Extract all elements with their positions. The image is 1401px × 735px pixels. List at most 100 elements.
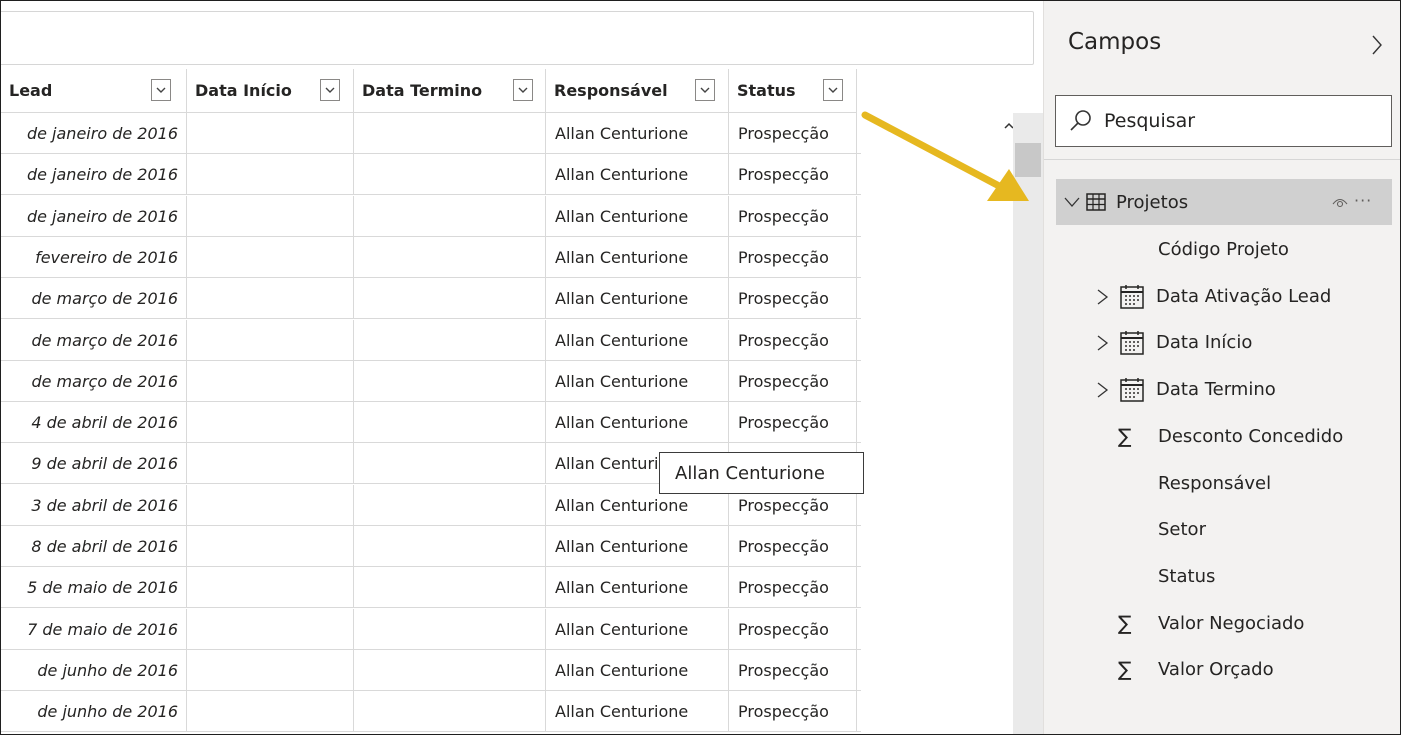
field-item[interactable]: Código Projeto — [1044, 227, 1400, 273]
cell-responsavel[interactable]: Allan Centurione — [546, 319, 729, 361]
cell-status[interactable]: Prospecção — [729, 526, 857, 567]
field-item[interactable]: Setor — [1044, 507, 1400, 553]
field-search-box[interactable] — [1055, 95, 1392, 147]
formula-bar[interactable] — [1, 11, 1034, 65]
column-filter-button[interactable] — [823, 79, 843, 101]
cell-responsavel[interactable]: Allan Centurione — [546, 236, 729, 278]
cell-responsavel[interactable]: Allan Centurione — [546, 402, 729, 444]
cell-data-termino[interactable] — [354, 443, 546, 485]
column-filter-button[interactable] — [513, 79, 533, 101]
cell-lead[interactable]: fevereiro de 2016 — [1, 236, 187, 278]
cell-lead[interactable]: de março de 2016 — [1, 319, 187, 361]
cell-lead[interactable]: de janeiro de 2016 — [1, 154, 187, 196]
cell-responsavel[interactable]: Allan Centurione — [546, 526, 729, 567]
cell-lead[interactable]: de junho de 2016 — [1, 649, 187, 691]
more-options-icon[interactable]: ··· — [1354, 191, 1372, 210]
cell-data-termino[interactable] — [354, 567, 546, 609]
cell-lead[interactable]: de janeiro de 2016 — [1, 195, 187, 237]
cell-data-termino[interactable] — [354, 154, 546, 196]
cell-data-inicio[interactable] — [187, 113, 354, 154]
cell-data-termino[interactable] — [354, 484, 546, 526]
cell-data-inicio[interactable] — [187, 567, 354, 609]
cell-data-inicio[interactable] — [187, 691, 354, 733]
cell-status[interactable]: Prospecção — [729, 567, 857, 609]
cell-lead[interactable]: 7 de maio de 2016 — [1, 608, 187, 650]
table-row[interactable]: de junho de 2016 Allan Centurione Prospecç… — [1, 691, 861, 733]
cell-status[interactable]: Prospecção — [729, 195, 857, 237]
table-row[interactable]: de março de 2016 Allan Centurione Prospecç… — [1, 360, 861, 402]
table-row[interactable]: fevereiro de 2016 Allan Centurione Prospec… — [1, 236, 861, 278]
column-filter-button[interactable] — [695, 79, 715, 101]
cell-lead[interactable]: de junho de 2016 — [1, 691, 187, 733]
cell-data-inicio[interactable] — [187, 319, 354, 361]
cell-data-termino[interactable] — [354, 402, 546, 444]
chevron-right-icon[interactable] — [1096, 288, 1110, 306]
cell-lead[interactable]: 5 de maio de 2016 — [1, 567, 187, 609]
column-filter-button[interactable] — [151, 79, 171, 101]
cell-data-termino[interactable] — [354, 113, 546, 154]
column-header-data-termino[interactable]: Data Termino — [354, 69, 546, 113]
cell-status[interactable]: Prospecção — [729, 236, 857, 278]
cell-status[interactable]: Prospecção — [729, 154, 857, 196]
field-item[interactable]: Data Termino — [1044, 367, 1400, 413]
cell-data-inicio[interactable] — [187, 195, 354, 237]
table-node-projetos[interactable]: Projetos ··· — [1056, 179, 1392, 225]
cell-status[interactable]: Prospecção — [729, 649, 857, 691]
cell-responsavel[interactable]: Allan Centurione — [546, 113, 729, 154]
table-row[interactable]: 5 de maio de 2016 Allan Centurione Prospec… — [1, 567, 861, 609]
cell-data-termino[interactable] — [354, 195, 546, 237]
cell-lead[interactable]: 9 de abril de 2016 — [1, 443, 187, 485]
field-item[interactable]: Responsável — [1044, 461, 1400, 507]
cell-data-inicio[interactable] — [187, 154, 354, 196]
cell-data-termino[interactable] — [354, 278, 546, 320]
cell-responsavel[interactable]: Allan Centurione — [546, 195, 729, 237]
column-header-responsavel[interactable]: Responsável — [546, 69, 729, 113]
cell-responsavel[interactable]: Allan Centurione — [546, 360, 729, 402]
cell-status[interactable]: Prospecção — [729, 278, 857, 320]
table-row[interactable]: de janeiro de 2016 Allan Centurione Prospe… — [1, 113, 861, 154]
cell-responsavel[interactable]: Allan Centurione — [546, 691, 729, 733]
table-row[interactable]: 7 de maio de 2016 Allan Centurione Prospec… — [1, 608, 861, 650]
column-header-data-inicio[interactable]: Data Início — [187, 69, 354, 113]
column-header-lead[interactable]: Lead — [1, 69, 187, 113]
cell-data-inicio[interactable] — [187, 526, 354, 567]
cell-responsavel[interactable]: Allan Centurione — [546, 649, 729, 691]
cell-data-inicio[interactable] — [187, 360, 354, 402]
cell-status[interactable]: Prospecção — [729, 360, 857, 402]
cell-data-inicio[interactable] — [187, 608, 354, 650]
field-item[interactable]: ∑ Valor Orçado — [1044, 647, 1400, 693]
cell-responsavel[interactable]: Allan Centurione — [546, 278, 729, 320]
cell-lead[interactable]: 8 de abril de 2016 — [1, 526, 187, 567]
cell-responsavel[interactable]: Allan Centurione — [546, 154, 729, 196]
cell-status[interactable]: Prospecção — [729, 113, 857, 154]
cell-status[interactable]: Prospecção — [729, 691, 857, 733]
search-input[interactable] — [1104, 110, 1384, 132]
cell-data-termino[interactable] — [354, 526, 546, 567]
table-row[interactable]: de março de 2016 Allan Centurione Prospecç… — [1, 278, 861, 320]
cell-responsavel[interactable]: Allan Centurione — [546, 567, 729, 609]
cell-data-inicio[interactable] — [187, 484, 354, 526]
table-row[interactable]: de janeiro de 2016 Allan Centurione Prospe… — [1, 154, 861, 196]
cell-status[interactable]: Prospecção — [729, 319, 857, 361]
cell-lead[interactable]: 3 de abril de 2016 — [1, 484, 187, 526]
cell-lead[interactable]: de março de 2016 — [1, 360, 187, 402]
cell-data-termino[interactable] — [354, 608, 546, 650]
cell-lead[interactable]: de janeiro de 2016 — [1, 113, 187, 154]
cell-data-inicio[interactable] — [187, 402, 354, 444]
field-item[interactable]: Status — [1044, 554, 1400, 600]
field-item[interactable]: Data Início — [1044, 320, 1400, 366]
cell-status[interactable]: Prospecção — [729, 608, 857, 650]
field-item[interactable]: ∑ Desconto Concedido — [1044, 414, 1400, 460]
table-row[interactable]: de março de 2016 Allan Centurione Prospecç… — [1, 319, 861, 361]
cell-lead[interactable]: 4 de abril de 2016 — [1, 402, 187, 444]
chevron-down-icon[interactable] — [1064, 194, 1080, 210]
cell-data-inicio[interactable] — [187, 278, 354, 320]
cell-data-termino[interactable] — [354, 319, 546, 361]
column-header-status[interactable]: Status — [729, 69, 857, 113]
cell-data-inicio[interactable] — [187, 443, 354, 485]
cell-status[interactable]: Prospecção — [729, 402, 857, 444]
column-filter-button[interactable] — [320, 79, 340, 101]
table-row[interactable]: 4 de abril de 2016 Allan Centurione Prospe… — [1, 402, 861, 444]
field-item[interactable]: Data Ativação Lead — [1044, 274, 1400, 320]
cell-data-termino[interactable] — [354, 236, 546, 278]
